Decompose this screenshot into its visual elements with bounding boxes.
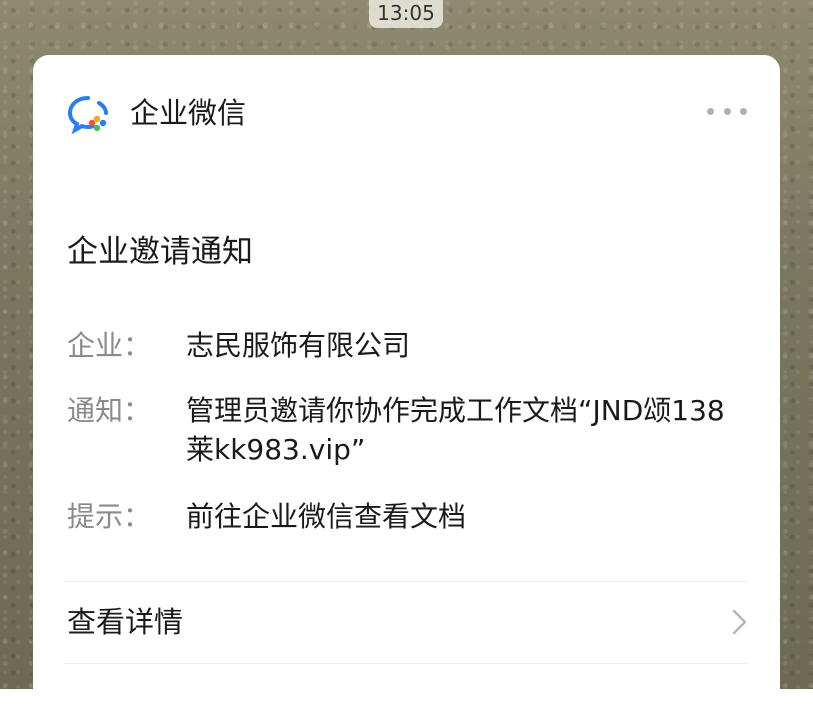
- field-notice: 通知： 管理员邀请你协作完成工作文档“JND颂138莱kk983.vip”: [67, 391, 757, 471]
- field-value: 前往企业微信查看文档: [186, 500, 467, 533]
- notification-card: 企业微信 企业邀请通知 企业： 志民服饰有限公司 通知： 管理员邀请你协作完成工…: [33, 55, 780, 715]
- field-label: 通知：: [67, 394, 152, 427]
- view-details-label: 查看详情: [67, 605, 184, 639]
- field-company: 企业： 志民服饰有限公司: [67, 326, 757, 366]
- divider: [64, 663, 748, 664]
- app-name: 企业微信: [130, 96, 247, 130]
- field-label: 企业：: [67, 329, 152, 362]
- field-label: 提示：: [67, 500, 152, 533]
- status-bar-time: 13:05: [369, 0, 443, 28]
- field-tip: 提示： 前往企业微信查看文档: [67, 497, 757, 537]
- notice-title: 企业邀请通知: [67, 234, 253, 270]
- chevron-right-icon: [732, 609, 747, 635]
- wecom-logo-icon: [67, 96, 108, 135]
- field-value: 志民服饰有限公司: [186, 329, 411, 362]
- view-details-button[interactable]: 查看详情: [33, 582, 780, 663]
- field-value: 管理员邀请你协作完成工作文档“JND颂138莱kk983.vip”: [186, 394, 725, 466]
- more-dots-icon[interactable]: [707, 99, 747, 123]
